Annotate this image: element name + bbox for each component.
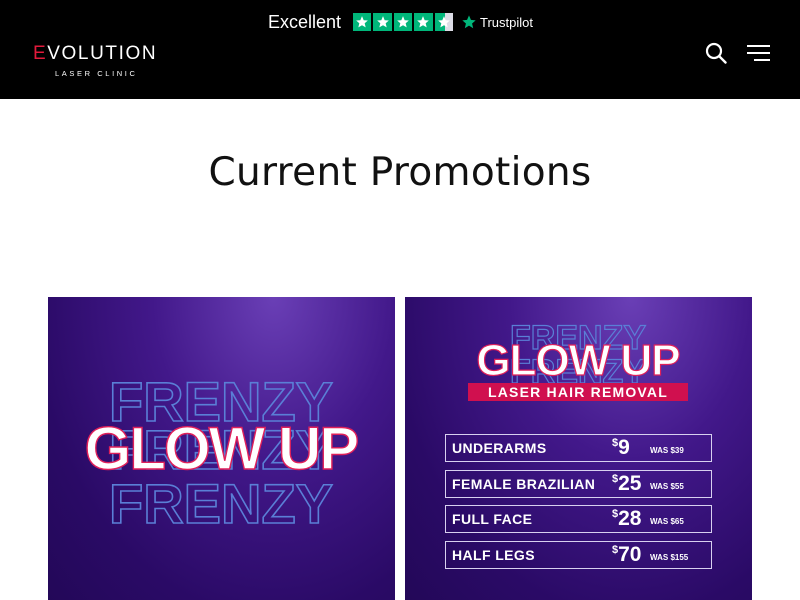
star-icon — [414, 12, 433, 32]
trustpilot-rating-word: Excellent — [268, 11, 342, 32]
trustpilot-widget[interactable]: Excellent Trustpilot — [268, 11, 533, 33]
logo-first-letter: E — [33, 43, 48, 64]
treatment-name: HALF LEGS — [452, 546, 535, 563]
star-icon — [373, 12, 392, 32]
price-list: UNDERARMS $9 WAS $39 FEMALE BRAZILIAN $2… — [445, 434, 712, 576]
trustpilot-logo: Trustpilot — [461, 14, 533, 30]
half-star-icon — [434, 12, 453, 32]
trustpilot-star-icon — [462, 15, 476, 29]
price-row: HALF LEGS $70 WAS $155 — [445, 540, 712, 569]
search-button[interactable] — [705, 42, 727, 64]
star-icon — [393, 12, 413, 32]
promo-left-art: FRENZY FRENZY FRENZY GLOW UP — [84, 369, 360, 536]
promo-right-headline: GLOW UP — [476, 336, 679, 385]
logo-wordmark: EVOLUTION — [33, 43, 163, 64]
trustpilot-brand: Trustpilot — [480, 14, 533, 30]
trustpilot-stars — [353, 12, 453, 32]
menu-icon — [747, 45, 770, 61]
promo-left-headline: GLOW UP — [85, 415, 358, 482]
menu-button[interactable] — [747, 44, 770, 62]
logo-subtitle: LASER CLINIC — [55, 69, 138, 78]
price-row: FEMALE BRAZILIAN $25 WAS $55 — [445, 469, 712, 498]
site-logo[interactable]: EVOLUTION LASER CLINIC — [33, 43, 163, 78]
current-price: $9 — [612, 436, 630, 459]
treatment-name: FULL FACE — [452, 511, 533, 527]
was-price: WAS $65 — [650, 517, 684, 526]
was-price: WAS $39 — [650, 446, 684, 455]
promo-card-glow-up[interactable]: FRENZY FRENZY FRENZY GLOW UP — [48, 297, 395, 600]
star-icon — [353, 12, 372, 32]
was-price: WAS $155 — [650, 552, 689, 562]
current-price: $28 — [612, 507, 642, 530]
treatment-name: UNDERARMS — [452, 440, 547, 456]
was-price: WAS $55 — [650, 481, 684, 491]
logo-rest: VOLUTION — [47, 43, 158, 64]
promo-banner: LASER HAIR REMOVAL — [488, 384, 668, 400]
current-price: $25 — [612, 471, 642, 495]
site-header: Excellent Trustpilot EVOLUTION LASER CLI… — [0, 0, 800, 99]
price-row: FULL FACE $28 WAS $65 — [445, 505, 712, 533]
search-icon — [705, 42, 727, 64]
current-price: $70 — [612, 542, 642, 566]
promo-card-laser-hair-removal[interactable]: FRENZY FRENZY GLOW UP LASER HAIR REMOVAL… — [405, 297, 752, 600]
treatment-name: FEMALE BRAZILIAN — [452, 475, 596, 492]
page-title: Current Promotions — [208, 150, 592, 195]
price-row: UNDERARMS $9 WAS $39 — [445, 434, 712, 462]
